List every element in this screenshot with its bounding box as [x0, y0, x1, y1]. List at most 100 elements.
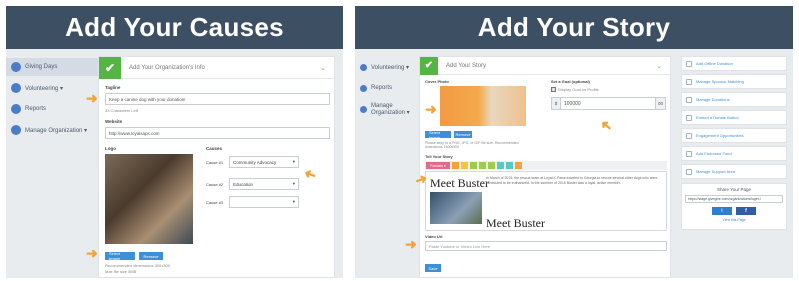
people-icon	[686, 132, 692, 139]
remove-button[interactable]: Remove	[139, 252, 163, 260]
facebook-icon[interactable]: f	[736, 207, 756, 215]
toolbar-button-icon[interactable]	[497, 162, 504, 169]
card-title: Add Your Story	[446, 62, 487, 69]
toolbar-button-icon[interactable]	[488, 162, 495, 169]
cause-1-value: Community Advocacy	[233, 159, 277, 165]
action-label: Embed a Donate Button	[696, 115, 739, 120]
share-page-box: Share Your Page https://stage.givegive.c…	[681, 183, 787, 230]
goal-amount-field[interactable]: $ 100000 00	[551, 97, 666, 110]
recommended-dimensions: Recommended dimensions 300x300	[105, 263, 170, 268]
website-label: Website	[105, 119, 123, 124]
fund-icon	[686, 150, 692, 157]
sidebar-item-label: Volunteering ▾	[371, 64, 410, 71]
right-sidebar: Volunteering ▾ Reports Manage Organizati…	[355, 58, 415, 121]
cause-2-select[interactable]: Education ▾	[229, 178, 299, 190]
toolbar-button-icon[interactable]	[461, 162, 468, 169]
sidebar-item-reports[interactable]: Reports	[355, 79, 415, 97]
chevron-down-icon: ▾	[292, 159, 295, 164]
video-url-input[interactable]: Paste Youtube or Vimeo Link Here	[425, 241, 667, 251]
action-label: Add Offline Donation	[696, 61, 733, 66]
tools-icon	[686, 96, 692, 103]
cover-photo-image	[440, 86, 526, 126]
toolbar-button-icon[interactable]	[479, 162, 486, 169]
story-editor[interactable]: Meet Buster In March of 2015, the rescue…	[425, 171, 667, 231]
sidebar-item-manage-organization[interactable]: Manage Organization ▾	[6, 121, 98, 139]
max-file-size: Max file size 5MB	[105, 269, 137, 274]
reports-icon	[360, 84, 367, 92]
volunteering-icon	[11, 83, 21, 93]
right-banner-title: Add Your Story	[355, 6, 793, 49]
website-input[interactable]: http://www.loyalsaps.com	[105, 127, 330, 139]
share-buttons: t f	[685, 207, 783, 215]
video-url-label: Video Url	[425, 234, 443, 239]
goal-label: Set a Goal (optional)	[551, 79, 590, 84]
cause-3-label: Cause #3	[206, 200, 224, 205]
sidebar-item-volunteering[interactable]: Volunteering ▾	[6, 79, 98, 97]
goal-amount-value: 100000	[564, 100, 581, 107]
select-image-button[interactable]: Select Image	[105, 251, 135, 261]
right-screenshot-panel: Add Your Story Volunteering ▾ Reports Ma…	[355, 6, 793, 278]
sidebar-item-reports[interactable]: Reports	[6, 100, 98, 118]
toolbar-button-icon[interactable]	[506, 162, 513, 169]
chevron-down-icon: ▾	[292, 181, 295, 186]
arrow-right-icon: ➜	[405, 236, 417, 252]
chevron-down-icon[interactable]: ⌄	[656, 62, 662, 70]
check-icon: ✔	[99, 56, 121, 79]
plus-icon	[686, 60, 692, 67]
chevron-down-icon: ▾	[292, 199, 295, 204]
left-screenshot-panel: Add Your Causes Giving Days Volunteering…	[6, 6, 343, 278]
sidebar-item-volunteering[interactable]: Volunteering ▾	[355, 58, 415, 76]
goal-checkbox-label: Display Goal on Profile	[558, 87, 599, 92]
organization-info-card: ✔ Add Your Organization's Info ⌄ Tagline…	[98, 56, 335, 278]
sidebar-item-label: Manage Organization ▾	[371, 102, 410, 116]
sidebar-item-label: Reports	[371, 85, 393, 91]
remove-button[interactable]: Remove	[454, 131, 472, 138]
action-manage-sponsor-matching[interactable]: Manage Sponsor Matching	[681, 74, 787, 89]
sidebar-item-label: Manage Organization ▾	[25, 127, 88, 134]
action-manage-donations[interactable]: Manage Donations	[681, 92, 787, 107]
twitter-icon[interactable]: t	[712, 207, 732, 215]
left-banner-title: Add Your Causes	[6, 6, 343, 49]
manage-organization-icon	[360, 105, 367, 113]
action-label: Manage Sponsor Matching	[696, 79, 744, 84]
goal-display-checkbox-row[interactable]: Display Goal on Profile	[551, 87, 599, 92]
action-label: Manage Support Area	[696, 169, 735, 174]
sidebar-item-giving-days[interactable]: Giving Days	[6, 58, 98, 76]
cause-1-select[interactable]: Community Advocacy ▾	[229, 156, 299, 168]
cause-1-label: Cause #1	[206, 160, 224, 165]
select-image-button[interactable]: Select Image	[425, 130, 451, 140]
logo-image	[105, 154, 193, 244]
share-url-input[interactable]: https://stage.givegive.com/organizations…	[685, 195, 783, 203]
action-label: Add Endorsed Fund	[696, 151, 732, 156]
arrow-right-icon: ➜	[425, 101, 437, 117]
sidebar-item-manage-organization[interactable]: Manage Organization ▾	[355, 100, 415, 118]
card-header[interactable]: ✔ Add Your Story ⌄	[420, 56, 670, 75]
arrow-right-icon: ➜	[86, 245, 98, 261]
format-dropdown[interactable]: Formats ▾	[426, 162, 450, 169]
toolbar-button-icon[interactable]	[452, 162, 459, 169]
toolbar-button-icon[interactable]	[515, 162, 522, 169]
action-add-endorsed-fund[interactable]: Add Endorsed Fund	[681, 146, 787, 161]
cause-3-select[interactable]: ▾	[229, 196, 299, 208]
right-actions-column: Add Offline Donation Manage Sponsor Matc…	[681, 56, 787, 230]
tagline-label: Tagline	[105, 85, 121, 90]
story-label: Tell Your Story	[425, 154, 453, 159]
sidebar-item-label: Volunteering ▾	[25, 85, 64, 92]
toolbar-button-icon[interactable]	[470, 162, 477, 169]
card-header[interactable]: ✔ Add Your Organization's Info ⌄	[99, 56, 334, 79]
action-add-offline-donation[interactable]: Add Offline Donation	[681, 56, 787, 71]
giving-days-icon	[11, 62, 21, 72]
check-icon: ✔	[420, 56, 438, 75]
action-engagement-opportunities[interactable]: Engagement Opportunities	[681, 128, 787, 143]
action-manage-support-area[interactable]: Manage Support Area	[681, 164, 787, 179]
support-icon	[686, 168, 692, 175]
action-embed-donate-button[interactable]: Embed a Donate Button	[681, 110, 787, 125]
tagline-input[interactable]: Keep a canine dog with your donation!	[105, 93, 330, 105]
chevron-down-icon[interactable]: ⌄	[320, 64, 326, 72]
reports-icon	[11, 104, 21, 114]
save-button[interactable]: Save	[425, 264, 441, 272]
checkbox-icon[interactable]	[551, 87, 556, 92]
characters-left: 33 Characters Left	[105, 108, 138, 113]
action-label: Manage Donations	[696, 97, 730, 102]
view-page-link[interactable]: View this Page	[685, 218, 783, 222]
